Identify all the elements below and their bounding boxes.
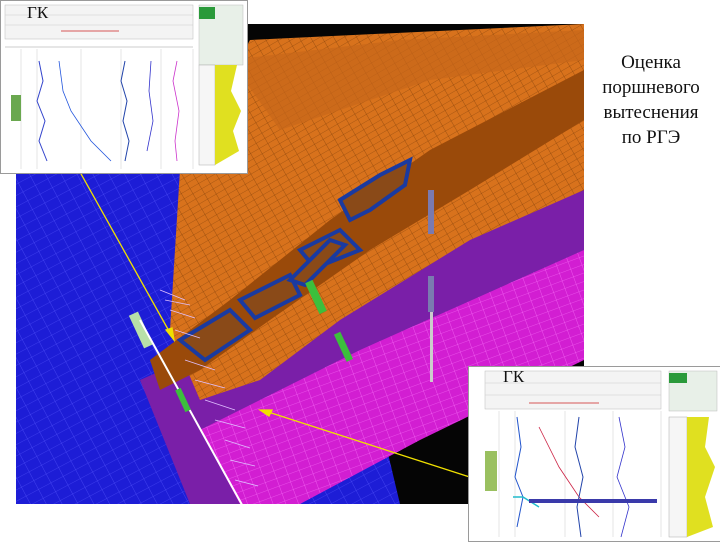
title-line: поршневого [602, 77, 700, 98]
gk-label-top: ГК [27, 3, 49, 22]
slide-title: Оценка поршневого вытеснения по РГЭ [588, 50, 714, 150]
title-line: по РГЭ [621, 127, 681, 148]
title-line: вытеснения [603, 102, 699, 123]
log-panel-bottom: ГК [468, 366, 720, 542]
log-panel-top: ГК [0, 0, 248, 174]
log-panel-top-graphic [1, 1, 247, 173]
title-line: Оценка [621, 52, 681, 73]
log-panel-bottom-graphic [469, 367, 720, 541]
gk-label-bottom: ГК [503, 367, 525, 386]
